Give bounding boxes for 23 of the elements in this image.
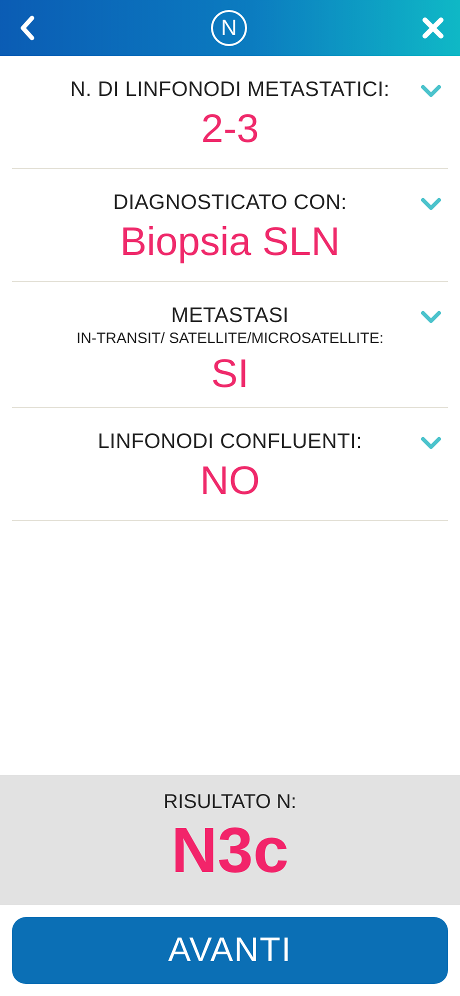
chevron-down-icon [420, 310, 442, 324]
field-label: N. DI LINFONODI METASTATICI: [70, 78, 390, 102]
field-value: Biopsia SLN [120, 219, 340, 265]
chevron-down-icon [420, 197, 442, 211]
field-value: 2-3 [201, 106, 259, 152]
chevron-down-icon [420, 436, 442, 450]
field-label: DIAGNOSTICATO CON: [113, 191, 347, 215]
dropdown-field[interactable]: DIAGNOSTICATO CON: Biopsia SLN [12, 169, 448, 282]
next-button[interactable]: AVANTI [12, 917, 448, 984]
field-label: LINFONODI CONFLUENTI: [98, 430, 362, 454]
logo-badge: N [211, 10, 247, 46]
field-sublabel: IN-TRANSIT/ SATELLITE/MICROSATELLITE: [76, 330, 384, 347]
chevron-down-icon [420, 84, 442, 98]
close-icon[interactable] [422, 17, 444, 39]
dropdown-field[interactable]: N. DI LINFONODI METASTATICI: 2-3 [12, 56, 448, 169]
dropdown-field[interactable]: LINFONODI CONFLUENTI: NO [12, 408, 448, 521]
field-value: SI [211, 351, 249, 397]
back-icon[interactable] [18, 15, 36, 41]
dropdown-field[interactable]: METASTASI IN-TRANSIT/ SATELLITE/MICROSATELLITE: SI [12, 282, 448, 408]
field-value: NO [200, 458, 260, 504]
field-label: METASTASI [171, 304, 289, 328]
result-label: RISULTATO N: [164, 791, 296, 814]
result-value: N3c [171, 814, 289, 888]
